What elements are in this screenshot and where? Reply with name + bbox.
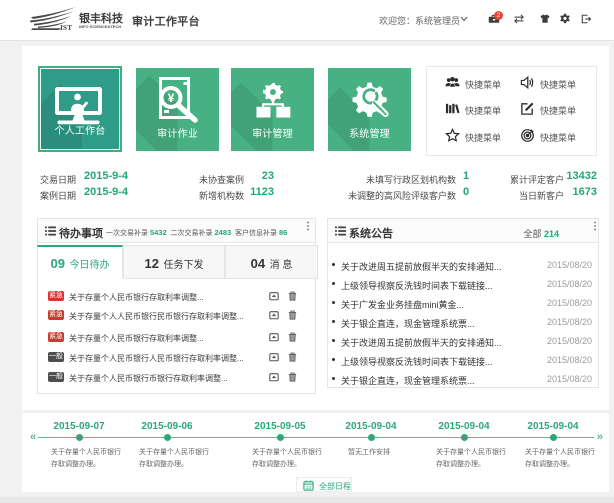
svg-text:IST: IST <box>60 23 72 30</box>
svg-text:23: 23 <box>306 485 312 490</box>
svg-text:¥: ¥ <box>167 91 174 105</box>
